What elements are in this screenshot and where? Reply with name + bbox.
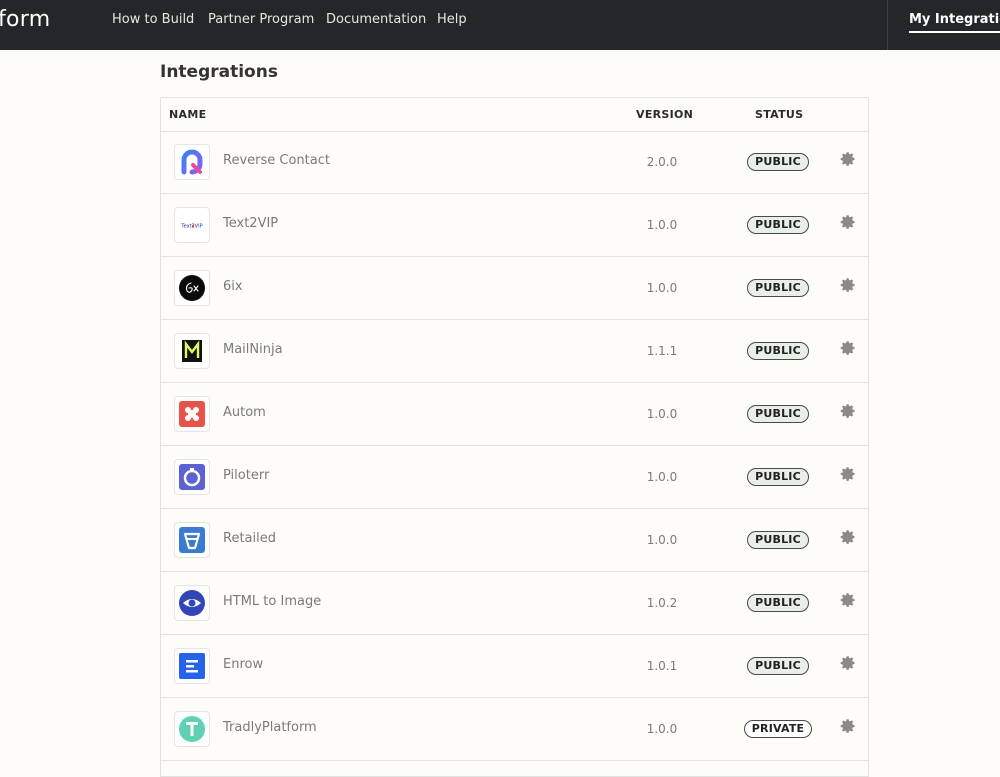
gear-icon[interactable] <box>840 466 856 482</box>
integration-version: 1.0.0 <box>646 218 678 232</box>
integration-version: 1.0.2 <box>646 596 678 610</box>
integration-version: 1.0.1 <box>646 659 678 673</box>
gear-icon[interactable] <box>840 529 856 545</box>
table-row[interactable]: Reverse Contact 2.0.0 PUBLIC <box>161 131 868 194</box>
gear-icon[interactable] <box>840 403 856 419</box>
status-badge: PUBLIC <box>747 153 809 171</box>
piloterr-logo-icon <box>174 459 210 495</box>
6ix-logo-icon <box>174 270 210 306</box>
integration-version: 1.0.0 <box>646 470 678 484</box>
table-row[interactable]: Autom 1.0.0 PUBLIC <box>161 383 868 446</box>
integration-name[interactable]: Enrow <box>223 657 263 673</box>
nav-my-integrations[interactable]: My Integrations <box>909 12 1000 28</box>
table-row[interactable]: MailNinja 1.1.1 PUBLIC <box>161 320 868 383</box>
integration-version: 1.1.1 <box>646 344 678 358</box>
column-header-status[interactable]: STATUS <box>755 108 803 122</box>
integration-name[interactable]: Piloterr <box>223 468 269 484</box>
status-badge: PUBLIC <box>747 342 809 360</box>
table-row[interactable]: 6ix 1.0.0 PUBLIC <box>161 257 868 320</box>
nav-how-to-build[interactable]: How to Build <box>112 12 194 28</box>
integration-version: 1.0.0 <box>646 281 678 295</box>
active-tab-indicator <box>909 31 1000 33</box>
autom-logo-icon <box>174 396 210 432</box>
integration-version: 2.0.0 <box>646 155 678 169</box>
status-badge: PUBLIC <box>747 405 809 423</box>
integration-name[interactable]: MailNinja <box>223 342 283 358</box>
topbar-divider <box>887 0 888 50</box>
reverse-contact-logo-icon <box>174 144 210 180</box>
gear-icon[interactable] <box>840 214 856 230</box>
table-row[interactable]: Retailed 1.0.0 PUBLIC <box>161 509 868 572</box>
nav-partner-program[interactable]: Partner Program <box>208 12 314 28</box>
table-row[interactable]: HTML to Image 1.0.2 PUBLIC <box>161 572 868 635</box>
integration-name[interactable]: TradlyPlatform <box>223 720 317 736</box>
retailed-logo-icon <box>174 522 210 558</box>
integrations-table: NAME VERSION STATUS Reverse Contact 2.0.… <box>160 97 869 777</box>
status-badge: PUBLIC <box>747 468 809 486</box>
table-row[interactable]: Text2VIP Text2VIP 1.0.0 PUBLIC <box>161 194 868 257</box>
integration-version: 1.0.0 <box>646 407 678 421</box>
page-title: Integrations <box>160 62 278 82</box>
gear-icon[interactable] <box>840 340 856 356</box>
html-to-image-logo-icon <box>174 585 210 621</box>
table-row[interactable]: Enrow 1.0.1 PUBLIC <box>161 635 868 698</box>
text2vip-logo-icon: Text2VIP <box>174 207 210 243</box>
integration-version: 1.0.0 <box>646 533 678 547</box>
enrow-logo-icon <box>174 648 210 684</box>
brand-logo-text[interactable]: form <box>0 6 51 34</box>
integration-name[interactable]: Text2VIP <box>223 216 278 232</box>
status-badge: PUBLIC <box>747 657 809 675</box>
integration-name[interactable]: HTML to Image <box>223 594 321 610</box>
gear-icon[interactable] <box>840 277 856 293</box>
mailninja-logo-icon <box>174 333 210 369</box>
status-badge: PRIVATE <box>744 720 812 738</box>
table-row[interactable]: Piloterr 1.0.0 PUBLIC <box>161 446 868 509</box>
gear-icon[interactable] <box>840 655 856 671</box>
integration-version: 1.0.0 <box>646 722 678 736</box>
integration-name[interactable]: Retailed <box>223 531 276 547</box>
status-badge: PUBLIC <box>747 279 809 297</box>
gear-icon[interactable] <box>840 718 856 734</box>
status-badge: PUBLIC <box>747 216 809 234</box>
nav-help[interactable]: Help <box>437 12 467 28</box>
table-row[interactable]: TradlyPlatform 1.0.0 PRIVATE <box>161 698 868 761</box>
nav-documentation[interactable]: Documentation <box>326 12 426 28</box>
gear-icon[interactable] <box>840 592 856 608</box>
integration-name[interactable]: Autom <box>223 405 266 421</box>
integration-name[interactable]: Reverse Contact <box>223 153 330 169</box>
top-navigation-bar: form How to Build Partner Program Docume… <box>0 0 1000 50</box>
svg-text:Text2VIP: Text2VIP <box>180 224 202 230</box>
table-header: NAME VERSION STATUS <box>161 98 868 132</box>
integration-name[interactable]: 6ix <box>223 279 243 295</box>
column-header-version[interactable]: VERSION <box>636 108 693 122</box>
status-badge: PUBLIC <box>747 531 809 549</box>
gear-icon[interactable] <box>840 151 856 167</box>
tradly-logo-icon <box>174 711 210 747</box>
column-header-name[interactable]: NAME <box>169 108 206 122</box>
status-badge: PUBLIC <box>747 594 809 612</box>
